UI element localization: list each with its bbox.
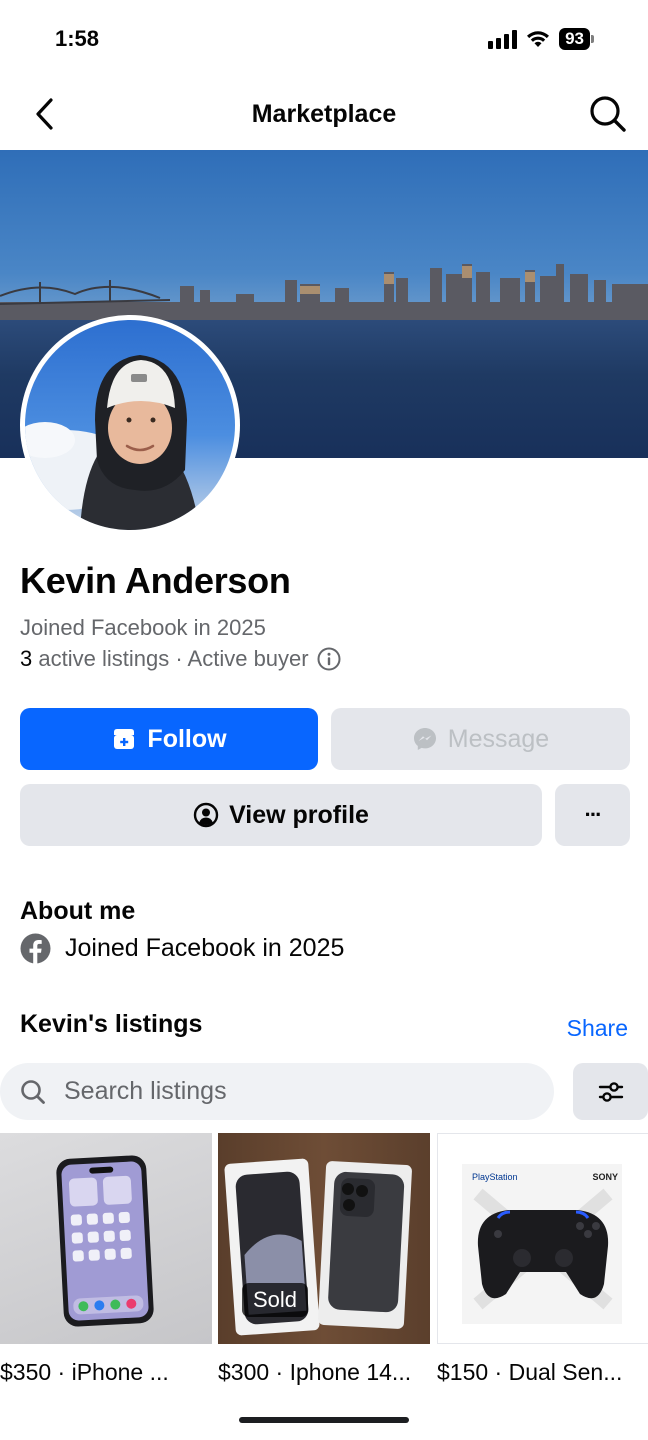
nav-bar: Marketplace <box>0 80 648 150</box>
listing-item[interactable]: $350 · iPhone ... <box>0 1133 212 1386</box>
listing-item[interactable]: PlayStation SONY $150 · Dual Sen... <box>437 1133 648 1386</box>
listing-photo: Sold <box>218 1133 430 1344</box>
message-label: Message <box>447 724 550 753</box>
search-listings-field[interactable] <box>0 1063 554 1120</box>
view-profile-button[interactable]: View profile <box>20 784 542 846</box>
more-options-button[interactable]: ··· <box>555 784 630 846</box>
share-link[interactable]: Share <box>567 1015 628 1042</box>
about-heading: About me <box>20 897 136 925</box>
listing-caption: $300 · Iphone 14... <box>218 1359 412 1385</box>
listing-photo: PlayStation SONY <box>437 1133 648 1344</box>
search-button[interactable] <box>586 92 630 136</box>
avatar[interactable] <box>20 315 240 535</box>
home-indicator[interactable] <box>239 1417 409 1423</box>
user-circle-icon <box>193 802 219 828</box>
playstation-brand-label: PlayStation <box>472 1172 518 1182</box>
city-skyline-graphic <box>0 264 648 330</box>
profile-photo <box>25 355 200 530</box>
profile-name: Kevin Anderson <box>20 560 291 601</box>
page-title: Marketplace <box>251 100 397 128</box>
cellular-signal-icon <box>488 29 518 49</box>
active-listing-text: active listings · Active buyer <box>38 646 309 671</box>
iphone-photo <box>56 1155 154 1327</box>
sold-badge: Sold <box>242 1283 309 1317</box>
about-joined-row: Joined Facebook in 2025 <box>20 933 344 964</box>
more-options-icon: ··· <box>584 802 603 827</box>
listing-caption: $150 · Dual Sen... <box>437 1359 623 1385</box>
status-icons: 93 <box>488 28 594 50</box>
listing-caption: $350 · iPhone ... <box>0 1359 169 1385</box>
about-joined-text: Joined Facebook in 2025 <box>65 934 345 962</box>
listings-heading: Kevin's listings <box>20 1010 203 1038</box>
wifi-icon <box>527 31 550 47</box>
follow-label: Follow <box>147 724 227 753</box>
search-icon <box>21 1079 45 1104</box>
active-listing-count: 3 <box>20 646 33 671</box>
listing-stats: 3 active listings · Active buyer <box>20 646 341 672</box>
status-bar: 1:58 93 <box>0 0 648 80</box>
follow-store-icon <box>114 729 135 749</box>
facebook-icon <box>20 933 51 964</box>
status-time: 1:58 <box>55 26 100 51</box>
listing-photo <box>0 1133 212 1344</box>
joined-text: Joined Facebook in 2025 <box>20 615 266 640</box>
filter-button[interactable] <box>573 1063 648 1120</box>
battery-icon: 93 <box>559 28 594 50</box>
sony-brand-label: SONY <box>592 1172 618 1182</box>
search-listings-input[interactable] <box>64 1077 524 1106</box>
info-icon[interactable] <box>317 647 341 671</box>
battery-level: 93 <box>559 28 590 50</box>
messenger-icon <box>413 728 436 750</box>
view-profile-label: View profile <box>229 800 369 829</box>
dualsense-controller-photo <box>462 1164 622 1324</box>
follow-button[interactable]: Follow <box>20 708 318 770</box>
filter-sliders-icon <box>598 1081 623 1102</box>
listings-carousel[interactable]: $350 · iPhone ... Sold $300 · Iphone 14.… <box>0 1133 648 1393</box>
message-button[interactable]: Message <box>331 708 630 770</box>
listing-item[interactable]: Sold $300 · Iphone 14... <box>218 1133 430 1386</box>
search-icon <box>590 96 626 132</box>
